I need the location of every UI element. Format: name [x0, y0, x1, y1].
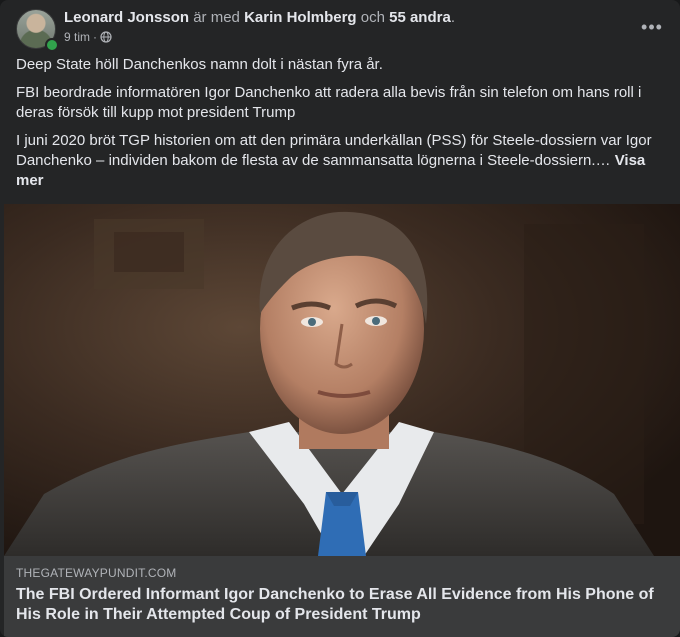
others-link[interactable]: 55 andra: [389, 9, 451, 26]
post-text: Deep State höll Danchenkos namn dolt i n…: [16, 55, 656, 199]
post-paragraph-2: FBI beordrade informatören Igor Danchenk…: [16, 84, 642, 121]
more-options-icon[interactable]: •••: [634, 13, 670, 41]
post-paragraph-3: I juni 2020 bröt TGP historien om att de…: [16, 131, 656, 191]
link-preview-image[interactable]: [4, 204, 680, 556]
and-text: och: [356, 9, 390, 26]
online-status-icon: [45, 38, 59, 52]
post-card: Leonard Jonsson är med Karin Holmberg oc…: [0, 0, 680, 637]
link-domain: THEGATEWAYPUNDIT.COM: [16, 566, 177, 580]
post-paragraph-1: Deep State höll Danchenkos namn dolt i n…: [16, 56, 383, 73]
author-name[interactable]: Leonard Jonsson: [64, 9, 189, 26]
header-end: .: [450, 9, 455, 26]
link-preview[interactable]: THEGATEWAYPUNDIT.COM The FBI Ordered Inf…: [4, 556, 680, 637]
post-meta: 9 tim ·: [64, 30, 112, 44]
link-title[interactable]: The FBI Ordered Informant Igor Danchenko…: [16, 585, 656, 625]
post-paragraph-3-text: I juni 2020 bröt TGP historien om att de…: [16, 132, 652, 169]
post-header-line: Leonard Jonsson är med Karin Holmberg oc…: [64, 9, 455, 26]
tagged-person[interactable]: Karin Holmberg: [244, 9, 357, 26]
post-header: Leonard Jonsson är med Karin Holmberg oc…: [16, 9, 664, 52]
globe-icon[interactable]: [100, 31, 112, 43]
portrait-illustration: [4, 204, 680, 556]
with-text: är med: [189, 9, 245, 26]
post-time[interactable]: 9 tim: [64, 30, 90, 44]
meta-separator: ·: [93, 30, 98, 44]
